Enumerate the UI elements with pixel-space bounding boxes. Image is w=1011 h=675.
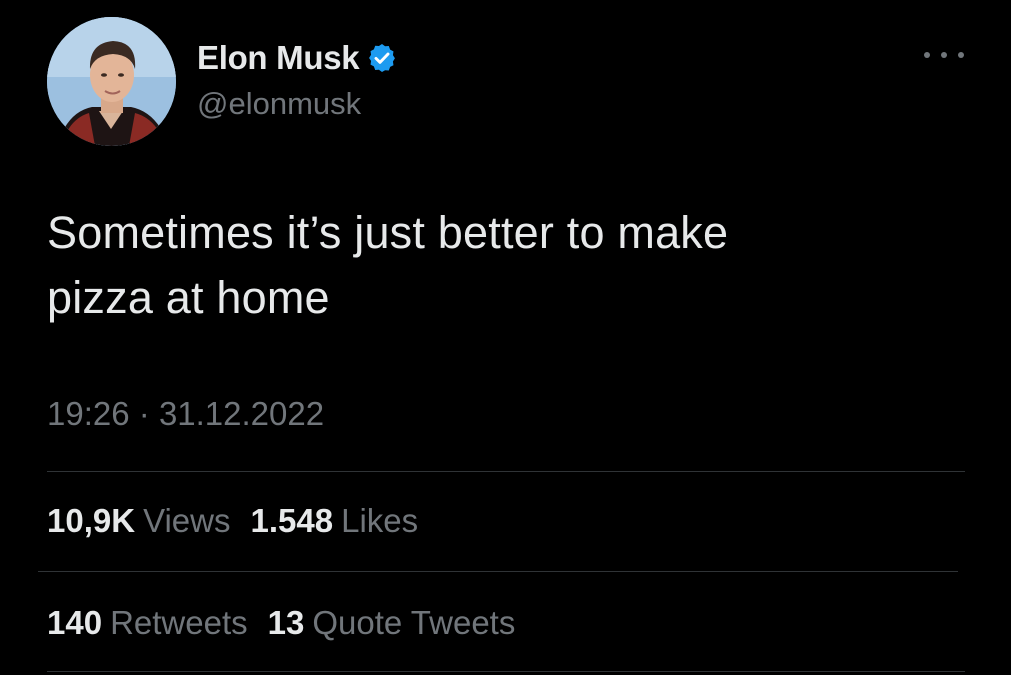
divider bbox=[47, 471, 965, 472]
tweet-timestamp[interactable]: 19:26 · 31.12.2022 bbox=[47, 395, 324, 433]
stats-row-views-likes: 10,9K Views 1.548 Likes bbox=[47, 502, 438, 540]
tweet-time: 19:26 bbox=[47, 395, 130, 432]
quote-tweets-label: Quote Tweets bbox=[312, 604, 516, 641]
meta-separator: · bbox=[138, 395, 150, 432]
views-stat[interactable]: 10,9K Views bbox=[47, 502, 231, 540]
avatar[interactable] bbox=[47, 17, 176, 146]
views-count: 10,9K bbox=[47, 502, 136, 539]
avatar-image bbox=[47, 17, 176, 146]
tweet-card: Elon Musk @elonmusk Sometimes it’s just … bbox=[0, 0, 1011, 675]
verified-badge-icon bbox=[366, 42, 398, 74]
divider bbox=[47, 671, 965, 672]
retweets-label: Retweets bbox=[110, 604, 248, 641]
user-handle[interactable]: @elonmusk bbox=[197, 86, 361, 122]
divider bbox=[38, 571, 958, 572]
tweet-date: 31.12.2022 bbox=[158, 395, 325, 432]
more-options-icon[interactable] bbox=[924, 44, 964, 66]
retweets-stat[interactable]: 140 Retweets bbox=[47, 604, 248, 642]
tweet-text: Sometimes it’s just better to make pizza… bbox=[47, 207, 729, 323]
quote-tweets-count: 13 bbox=[267, 604, 305, 641]
display-name[interactable]: Elon Musk bbox=[197, 39, 360, 77]
stats-row-retweets-quotes: 140 Retweets 13 Quote Tweets bbox=[47, 604, 535, 642]
likes-count: 1.548 bbox=[250, 502, 334, 539]
retweets-count: 140 bbox=[47, 604, 103, 641]
quote-tweets-stat[interactable]: 13 Quote Tweets bbox=[268, 604, 516, 642]
name-row: Elon Musk bbox=[197, 38, 398, 78]
views-label: Views bbox=[143, 502, 231, 539]
likes-stat[interactable]: 1.548 Likes bbox=[251, 502, 419, 540]
likes-label: Likes bbox=[341, 502, 419, 539]
